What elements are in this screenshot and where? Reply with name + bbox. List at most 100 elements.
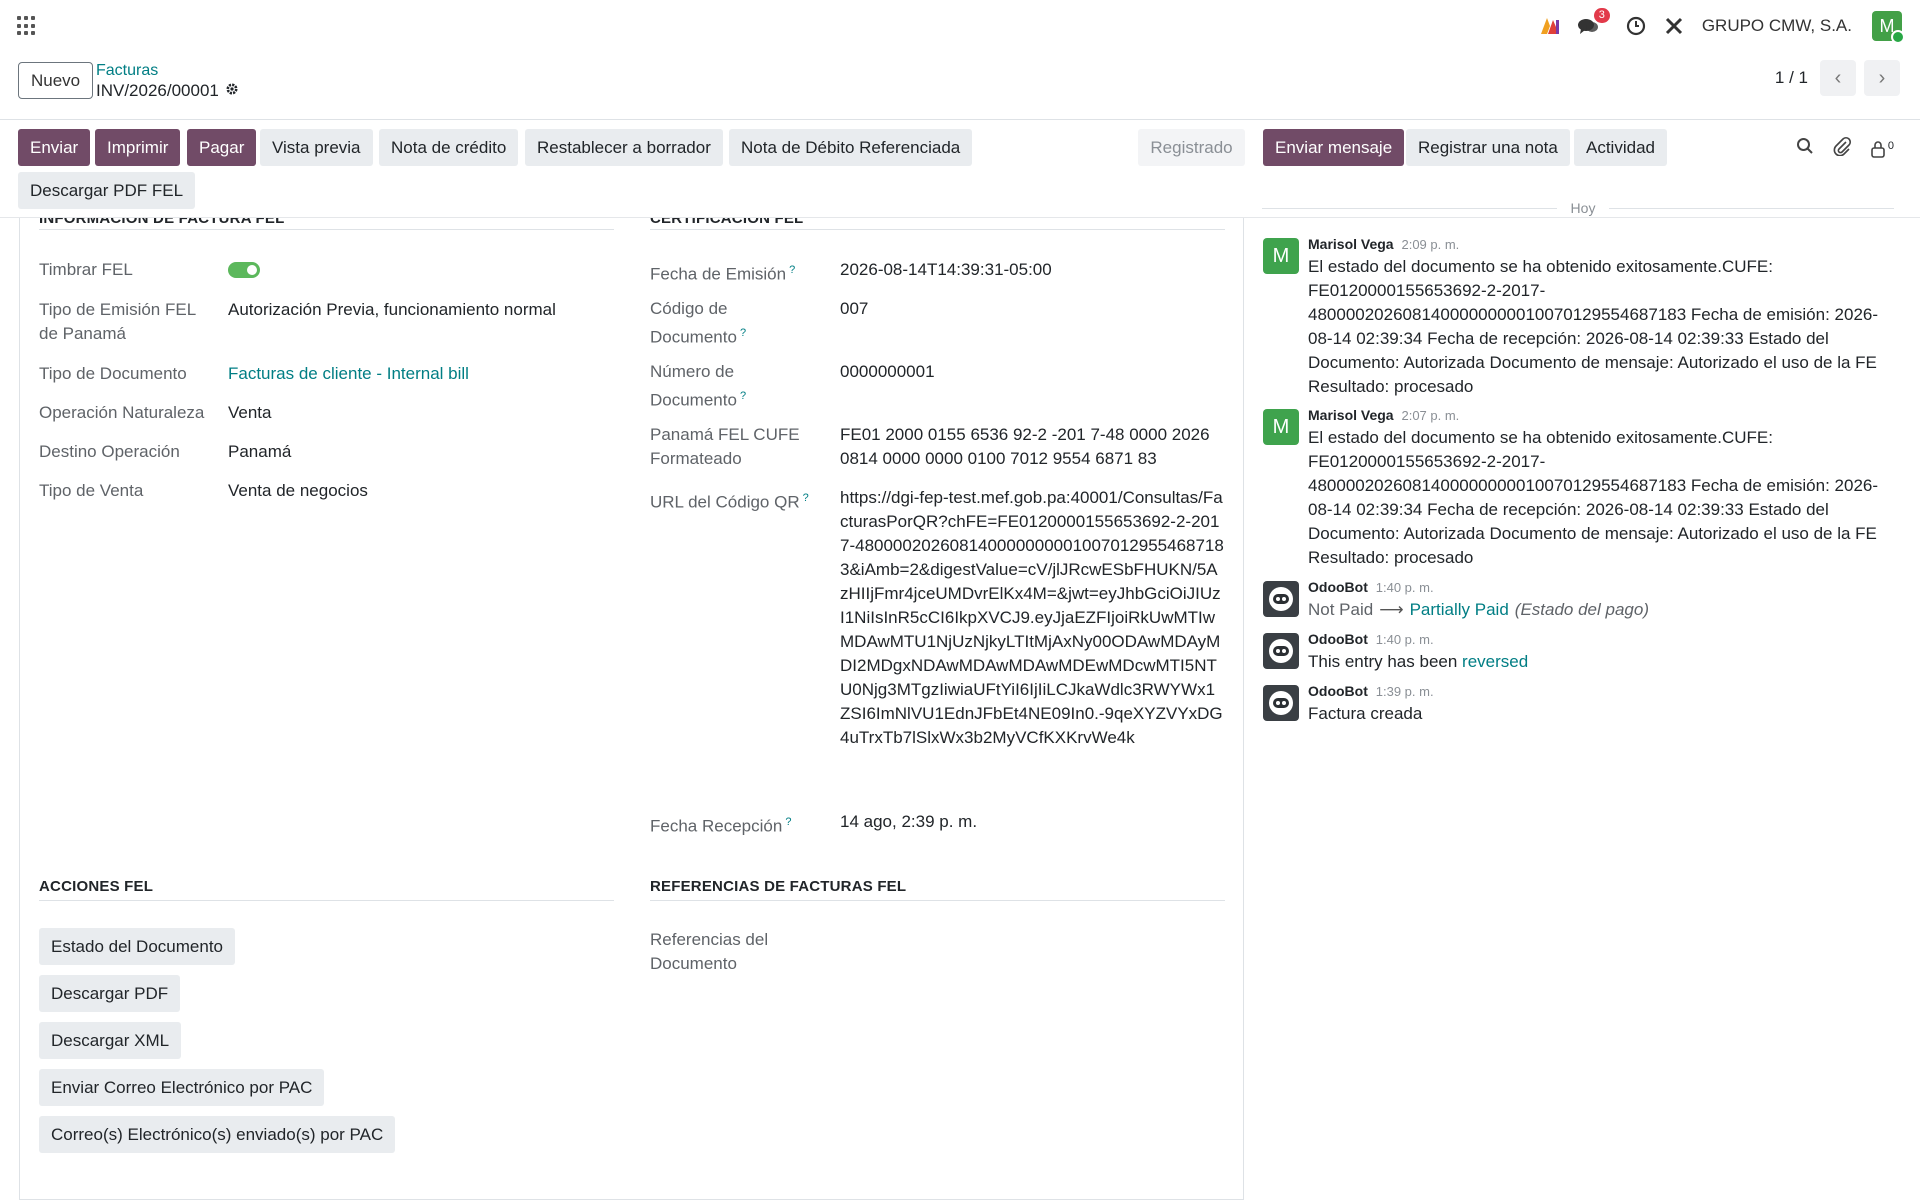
divider bbox=[1262, 208, 1557, 209]
message-header: Marisol Vega 2:07 p. m. bbox=[1308, 406, 1459, 425]
message-time: 1:40 p. m. bbox=[1375, 632, 1434, 647]
descargar-xml-button[interactable]: Descargar XML bbox=[39, 1022, 182, 1059]
codigo-documento-value: 007 bbox=[840, 299, 869, 318]
tracking-new-value: Partially Paid bbox=[1409, 600, 1509, 619]
credit-note-button[interactable]: Nota de crédito bbox=[379, 129, 519, 166]
message-body: This entry has been reversed bbox=[1308, 650, 1893, 674]
date-separator: Hoy bbox=[1262, 200, 1894, 216]
section-title-acciones-fel: ACCIONES FEL bbox=[39, 878, 154, 895]
message-author[interactable]: OdooBot bbox=[1308, 579, 1368, 595]
tipo-venta-value[interactable]: Venta de negocios bbox=[228, 479, 368, 503]
divider bbox=[39, 229, 614, 230]
message-header: OdooBot 1:39 p. m. bbox=[1308, 682, 1434, 701]
fecha-recepcion-value: 14 ago, 2:39 p. m. bbox=[840, 812, 978, 831]
avatar[interactable]: M bbox=[1263, 409, 1299, 445]
new-button[interactable]: Nuevo bbox=[18, 62, 94, 99]
pager-value[interactable]: 1 / 1 bbox=[1775, 68, 1808, 88]
top-navbar: 3 GRUPO CMW, S.A. M bbox=[0, 0, 1920, 52]
cufe-label: Panamá FEL CUFE Formateado bbox=[650, 425, 800, 468]
correos-enviados-pac-button[interactable]: Correo(s) Electrónico(s) enviado(s) por … bbox=[39, 1116, 396, 1153]
tools-icon[interactable] bbox=[1662, 14, 1686, 38]
followers-count: 0 bbox=[1887, 139, 1894, 152]
url-qr-label: URL del Código QR? bbox=[650, 492, 809, 512]
chatter-message: M Marisol Vega 2:07 p. m. El estado del … bbox=[1262, 406, 1902, 571]
divider bbox=[39, 900, 614, 901]
send-message-button[interactable]: Enviar mensaje bbox=[1263, 129, 1405, 166]
tracking-value: Not Paid ⟶ Partially Paid (Estado del pago) bbox=[1308, 598, 1893, 622]
codigo-documento-label: Código de Documento? bbox=[650, 299, 747, 347]
pager-next-button[interactable]: › bbox=[1864, 60, 1900, 96]
chevron-right-icon: › bbox=[1878, 66, 1886, 89]
message-time: 2:09 p. m. bbox=[1401, 237, 1460, 252]
search-icon[interactable] bbox=[1796, 137, 1814, 160]
company-switcher[interactable]: GRUPO CMW, S.A. bbox=[1702, 16, 1852, 36]
url-qr-value: https://dgi-fep-test.mef.gob.pa:40001/Co… bbox=[840, 488, 1224, 747]
avatar[interactable]: M bbox=[1263, 238, 1299, 274]
message-body: El estado del documento se ha obtenido e… bbox=[1308, 257, 1879, 396]
status-badge: Registrado bbox=[1138, 129, 1245, 166]
operacion-naturaleza-value[interactable]: Venta bbox=[228, 401, 272, 425]
message-author[interactable]: Marisol Vega bbox=[1308, 236, 1394, 252]
tipo-venta-label: Tipo de Venta bbox=[39, 481, 144, 500]
estado-documento-button[interactable]: Estado del Documento bbox=[39, 928, 235, 965]
tipo-emision-label: Tipo de Emisión FEL de Panamá bbox=[39, 300, 196, 343]
tipo-emision-value[interactable]: Autorización Previa, funcionamiento norm… bbox=[228, 298, 556, 322]
apps-menu-icon[interactable] bbox=[17, 16, 37, 36]
timbrar-fel-label: Timbrar FEL bbox=[39, 260, 133, 279]
message-author[interactable]: Marisol Vega bbox=[1308, 407, 1394, 423]
pay-button[interactable]: Pagar bbox=[187, 129, 257, 166]
ai-icon[interactable] bbox=[1538, 14, 1562, 38]
section-title-certificacion: CERTIFICACIÓN FEL bbox=[650, 218, 804, 227]
messaging-icon[interactable]: 3 bbox=[1576, 8, 1610, 38]
gear-icon[interactable] bbox=[225, 80, 239, 102]
message-author[interactable]: OdooBot bbox=[1308, 683, 1368, 699]
control-panel: Nuevo Facturas INV/2026/00001 1 / 1 ‹ › bbox=[0, 52, 1920, 120]
odoobot-avatar[interactable] bbox=[1263, 633, 1299, 669]
debit-note-button[interactable]: Nota de Débito Referenciada bbox=[729, 129, 973, 166]
numero-documento-value: 0000000001 bbox=[840, 362, 935, 381]
breadcrumb: Facturas INV/2026/00001 bbox=[96, 62, 239, 102]
reversed-link[interactable]: reversed bbox=[1462, 652, 1528, 671]
message-author[interactable]: OdooBot bbox=[1308, 631, 1368, 647]
descargar-pdf-button[interactable]: Descargar PDF bbox=[39, 975, 181, 1012]
message-header: OdooBot 1:40 p. m. bbox=[1308, 630, 1434, 649]
destino-operacion-label: Destino Operación bbox=[39, 442, 180, 461]
referencias-documento-label: Referencias del Documento bbox=[650, 930, 769, 973]
send-button[interactable]: Enviar bbox=[18, 129, 91, 166]
followers-icon[interactable]: 0 bbox=[1870, 140, 1894, 158]
chatter-message: M Marisol Vega 2:09 p. m. El estado del … bbox=[1262, 235, 1902, 400]
divider bbox=[650, 900, 1225, 901]
reset-draft-button[interactable]: Restablecer a borrador bbox=[525, 129, 723, 166]
message-time: 1:40 p. m. bbox=[1375, 580, 1434, 595]
form-sheet: INFORMACIÓN DE FACTURA FEL CERTIFICACIÓN… bbox=[19, 218, 1244, 1200]
pager-previous-button[interactable]: ‹ bbox=[1820, 60, 1856, 96]
tracking-old-value: Not Paid bbox=[1308, 600, 1374, 619]
message-time: 1:39 p. m. bbox=[1375, 684, 1434, 699]
section-title-info-fel: INFORMACIÓN DE FACTURA FEL bbox=[39, 218, 285, 227]
log-note-button[interactable]: Registrar una nota bbox=[1406, 129, 1570, 166]
activity-button[interactable]: Actividad bbox=[1574, 129, 1667, 166]
date-separator-label: Hoy bbox=[1570, 200, 1596, 216]
destino-operacion-value[interactable]: Panamá bbox=[228, 440, 291, 464]
numero-documento-label: Número de Documento? bbox=[650, 362, 747, 410]
breadcrumb-facturas[interactable]: Facturas bbox=[96, 62, 239, 80]
tipo-documento-link[interactable]: Facturas de cliente - Internal bill bbox=[228, 362, 469, 386]
download-pdf-fel-button[interactable]: Descargar PDF FEL bbox=[18, 172, 196, 209]
odoobot-avatar[interactable] bbox=[1263, 685, 1299, 721]
chatter-topbar-icons: 0 bbox=[1796, 136, 1894, 161]
pager: 1 / 1 ‹ › bbox=[1775, 60, 1900, 96]
preview-button[interactable]: Vista previa bbox=[260, 129, 373, 166]
operacion-naturaleza-label: Operación Naturaleza bbox=[39, 403, 205, 422]
clock-icon[interactable] bbox=[1624, 14, 1648, 38]
cufe-value: FE01 2000 0155 6536 92-2 -201 7-48 0000 … bbox=[840, 425, 1210, 468]
chatter-message: OdooBot 1:39 p. m. Factura creada bbox=[1262, 682, 1902, 730]
timbrar-fel-toggle[interactable] bbox=[228, 262, 260, 278]
user-avatar[interactable]: M bbox=[1872, 11, 1905, 44]
print-button[interactable]: Imprimir bbox=[95, 129, 181, 166]
enviar-correo-pac-button[interactable]: Enviar Correo Electrónico por PAC bbox=[39, 1069, 325, 1106]
fecha-recepcion-label: Fecha Recepción? bbox=[650, 816, 792, 836]
chatter-message: OdooBot 1:40 p. m. This entry has been r… bbox=[1262, 630, 1902, 678]
record-title: INV/2026/00001 bbox=[96, 80, 239, 102]
odoobot-avatar[interactable] bbox=[1263, 581, 1299, 617]
paperclip-icon[interactable] bbox=[1832, 136, 1852, 161]
